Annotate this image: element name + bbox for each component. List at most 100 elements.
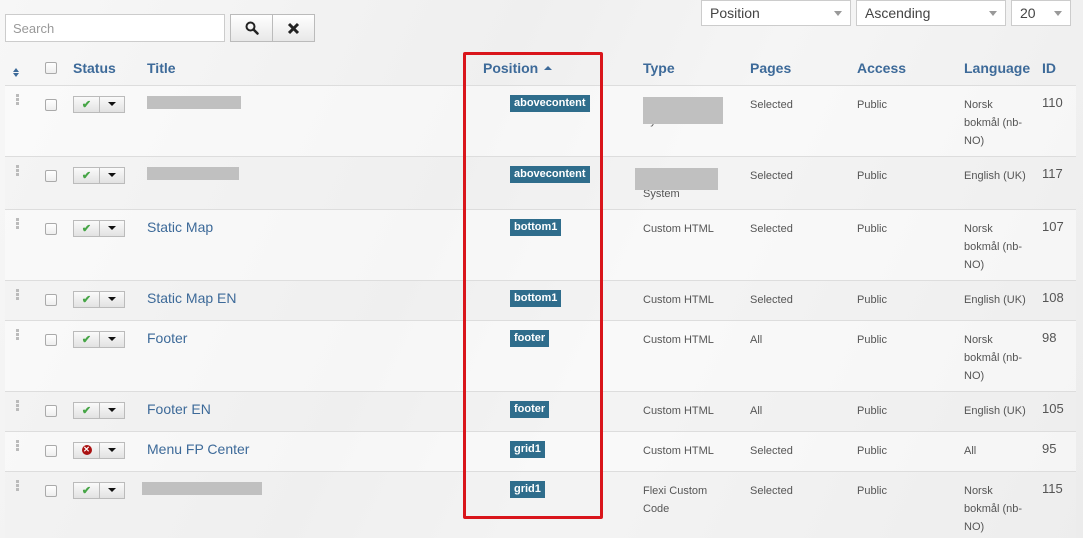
table-row[interactable]: ✔ grid1 Flexi Custom Code Selected Publi… bbox=[5, 471, 1076, 538]
module-title-link[interactable]: Static Map bbox=[147, 219, 213, 235]
status-toggle-button[interactable]: ✔ bbox=[73, 401, 100, 419]
drag-handle-cell[interactable] bbox=[5, 431, 37, 472]
type-cell: System bbox=[635, 156, 750, 210]
header-access-link[interactable]: Access bbox=[857, 60, 906, 76]
row-checkbox[interactable] bbox=[45, 98, 57, 111]
actions-dropdown-button[interactable] bbox=[100, 330, 125, 348]
pages-cell: Selected bbox=[750, 431, 857, 472]
redacted-type bbox=[643, 96, 723, 124]
header-type-link[interactable]: Type bbox=[643, 60, 675, 76]
drag-handle-icon[interactable] bbox=[5, 321, 37, 340]
sort-direction-select[interactable]: Ascending bbox=[856, 0, 1006, 26]
position-cell: abovecontent bbox=[483, 156, 643, 210]
table-row[interactable]: ✔ Static Map bottom1 Custom HTML Selecte… bbox=[5, 209, 1076, 281]
module-title-link[interactable]: Footer bbox=[147, 330, 187, 346]
header-id[interactable]: ID bbox=[1042, 52, 1076, 86]
search-input[interactable] bbox=[5, 14, 225, 42]
access-text: Public bbox=[857, 169, 887, 182]
table-row[interactable]: ✔ Static Map EN bottom1 Custom HTML Sele… bbox=[5, 280, 1076, 321]
drag-handle-cell[interactable] bbox=[5, 391, 37, 432]
table-row[interactable]: ✔ abovecontent System Selected Public No… bbox=[5, 85, 1076, 157]
header-title-link[interactable]: Title bbox=[147, 60, 176, 76]
title-cell bbox=[142, 471, 483, 538]
drag-handle-icon[interactable] bbox=[5, 157, 37, 176]
check-icon: ✔ bbox=[81, 169, 92, 182]
table-row[interactable]: ✔ Footer footer Custom HTML All Public N… bbox=[5, 320, 1076, 392]
title-cell: Menu FP Center bbox=[147, 431, 483, 472]
drag-handle-cell[interactable] bbox=[5, 209, 37, 281]
row-checkbox[interactable] bbox=[45, 169, 57, 182]
drag-handle-icon[interactable] bbox=[5, 432, 37, 451]
header-status[interactable]: Status bbox=[73, 52, 147, 86]
drag-handle-cell[interactable] bbox=[5, 280, 37, 321]
type-cell: Custom HTML bbox=[643, 280, 750, 321]
drag-handle-icon[interactable] bbox=[5, 86, 37, 105]
actions-dropdown-button[interactable] bbox=[100, 95, 125, 113]
table-row[interactable]: ✔ Footer EN footer Custom HTML All Publi… bbox=[5, 391, 1076, 432]
actions-dropdown-button[interactable] bbox=[100, 401, 125, 419]
header-id-link[interactable]: ID bbox=[1042, 60, 1056, 76]
row-checkbox[interactable] bbox=[45, 484, 57, 497]
drag-handle-cell[interactable] bbox=[5, 471, 37, 538]
drag-handle-icon[interactable] bbox=[5, 210, 37, 229]
row-checkbox[interactable] bbox=[45, 333, 57, 346]
header-position-link[interactable]: Position bbox=[483, 60, 538, 76]
status-toggle-button[interactable]: ✔ bbox=[73, 166, 100, 184]
header-type[interactable]: Type bbox=[643, 52, 750, 86]
table-row[interactable]: ✔ abovecontent System Selected Public En… bbox=[5, 156, 1076, 210]
access-cell: Public bbox=[857, 391, 964, 432]
header-language[interactable]: Language bbox=[964, 52, 1042, 86]
header-pages-link[interactable]: Pages bbox=[750, 60, 791, 76]
actions-dropdown-button[interactable] bbox=[100, 290, 125, 308]
row-checkbox[interactable] bbox=[45, 404, 57, 417]
drag-handle-cell[interactable] bbox=[5, 85, 37, 157]
drag-handle-cell[interactable] bbox=[5, 156, 37, 210]
actions-dropdown-button[interactable] bbox=[100, 441, 125, 459]
drag-handle-cell[interactable] bbox=[5, 320, 37, 392]
id-text: 115 bbox=[1042, 480, 1063, 496]
status-toggle-button[interactable]: ✔ bbox=[73, 481, 100, 499]
actions-dropdown-button[interactable] bbox=[100, 166, 125, 184]
status-toggle-button[interactable]: ✔ bbox=[73, 290, 100, 308]
status-toggle-button[interactable]: ✔ bbox=[73, 219, 100, 237]
actions-dropdown-button[interactable] bbox=[100, 219, 125, 237]
status-toggle-button[interactable]: ✔ bbox=[73, 330, 100, 348]
module-title-link[interactable]: Static Map EN bbox=[147, 290, 236, 306]
status-toggle-button[interactable]: ✔ bbox=[73, 95, 100, 113]
row-checkbox[interactable] bbox=[45, 222, 57, 235]
module-title-link[interactable]: Menu FP Center bbox=[147, 441, 249, 457]
id-text: 107 bbox=[1042, 218, 1064, 234]
actions-dropdown-button[interactable] bbox=[100, 481, 125, 499]
select-all-checkbox[interactable] bbox=[45, 62, 57, 75]
drag-handle-icon[interactable] bbox=[5, 392, 37, 411]
type-text: Custom HTML bbox=[643, 444, 714, 457]
id-cell: 108 bbox=[1042, 280, 1076, 321]
header-status-link[interactable]: Status bbox=[73, 60, 116, 76]
checkbox-cell bbox=[37, 209, 73, 281]
title-cell: Footer bbox=[147, 320, 483, 392]
header-ordering[interactable] bbox=[5, 52, 37, 86]
header-language-link[interactable]: Language bbox=[964, 60, 1030, 76]
drag-handle-icon[interactable] bbox=[5, 472, 37, 491]
module-title-link[interactable]: Footer EN bbox=[147, 401, 211, 417]
list-limit-select[interactable]: 20 bbox=[1011, 0, 1071, 26]
row-checkbox[interactable] bbox=[45, 293, 57, 306]
clear-button[interactable] bbox=[273, 14, 315, 42]
header-title[interactable]: Title bbox=[147, 52, 483, 86]
position-cell: grid1 bbox=[483, 431, 643, 472]
drag-handle-icon[interactable] bbox=[5, 281, 37, 300]
id-text: 98 bbox=[1042, 329, 1057, 345]
search-button[interactable] bbox=[230, 14, 273, 42]
sort-field-select[interactable]: Position bbox=[701, 0, 851, 26]
table-row[interactable]: ✕ Menu FP Center grid1 Custom HTML Selec… bbox=[5, 431, 1076, 472]
language-cell: English (UK) bbox=[964, 391, 1042, 432]
status-toggle-button[interactable]: ✕ bbox=[73, 441, 100, 459]
header-pages[interactable]: Pages bbox=[750, 52, 857, 86]
header-access[interactable]: Access bbox=[857, 52, 964, 86]
type-cell: Custom HTML bbox=[643, 320, 750, 392]
header-position[interactable]: Position bbox=[483, 52, 643, 86]
access-cell: Public bbox=[857, 209, 964, 281]
check-icon: ✔ bbox=[81, 222, 92, 235]
row-checkbox[interactable] bbox=[45, 444, 57, 457]
id-text: 95 bbox=[1042, 440, 1057, 456]
